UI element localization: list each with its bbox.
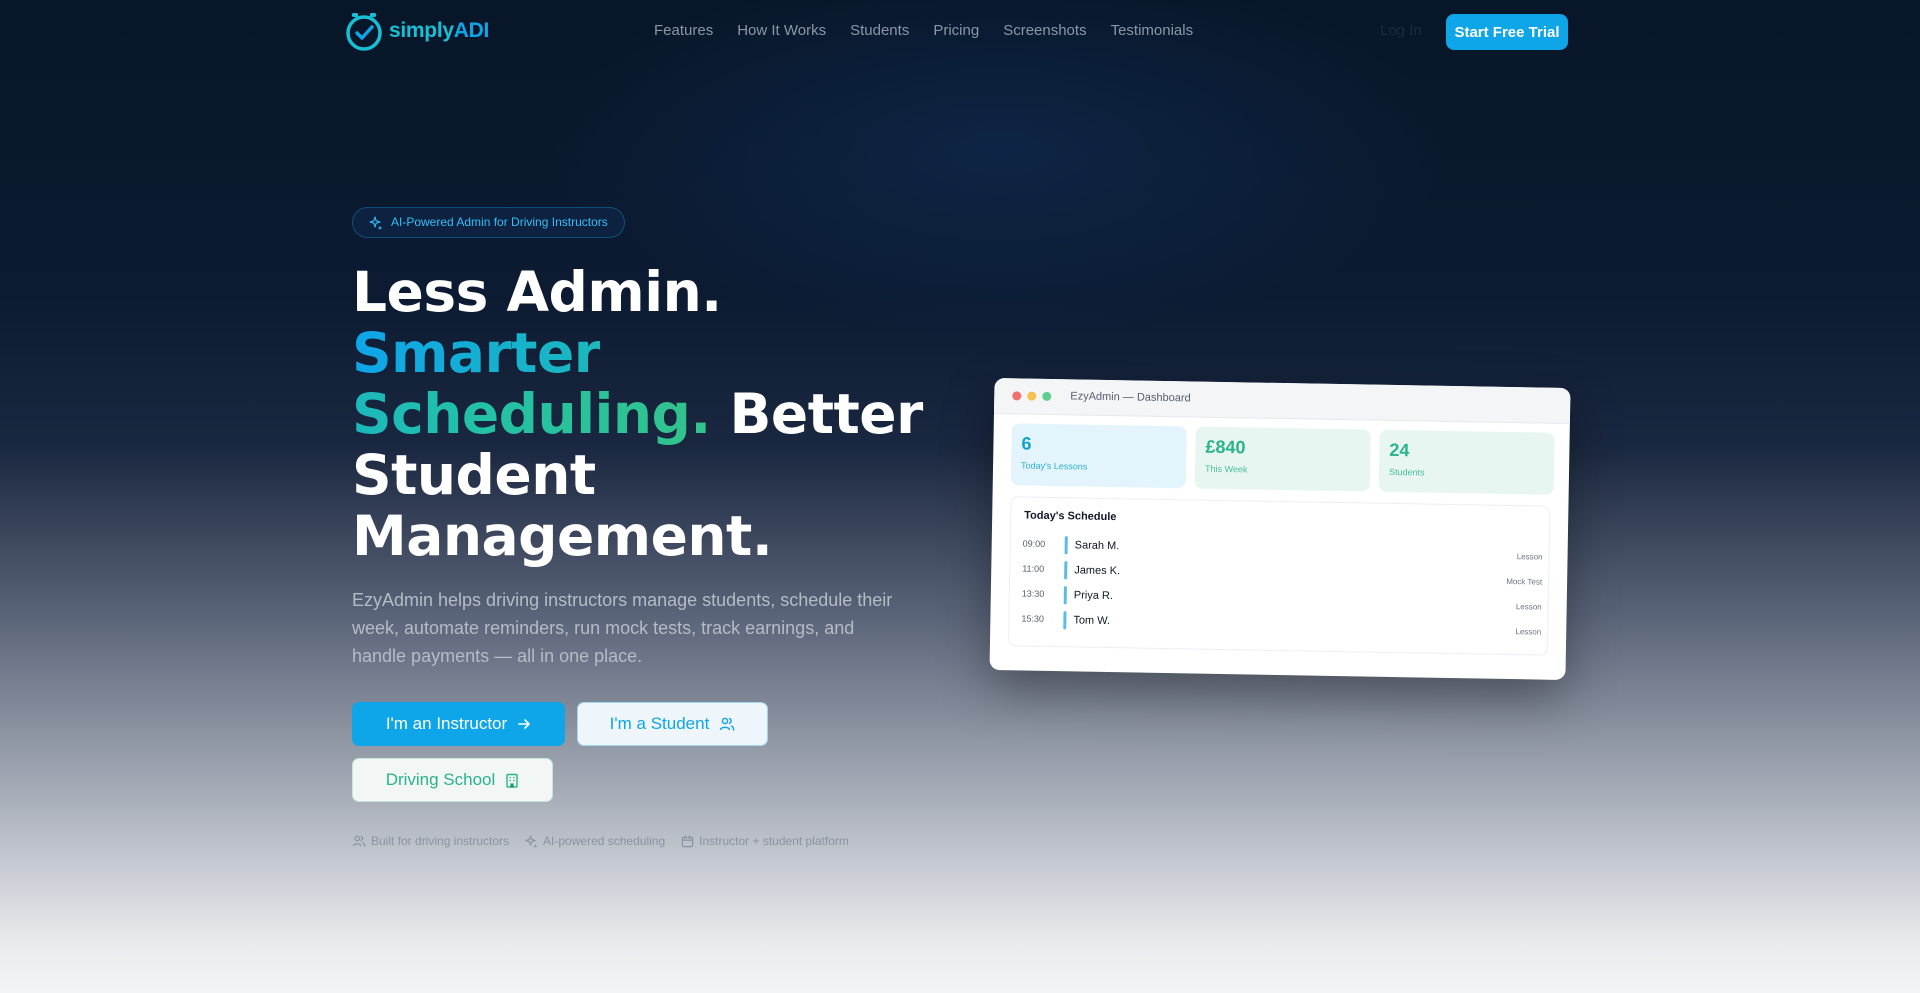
feature-item: Instructor + student platform xyxy=(681,834,849,848)
sparkles-icon xyxy=(525,834,538,848)
schedule-type: Mock Test xyxy=(1506,576,1543,587)
driving-school-button[interactable]: Driving School xyxy=(352,758,553,802)
building-icon xyxy=(506,773,518,788)
stat-card-students: 24 Students xyxy=(1378,429,1555,495)
stat-label: Students xyxy=(1388,466,1425,478)
stat-card-this-week: £840 This Week xyxy=(1194,426,1371,492)
nav-link-pricing[interactable]: Pricing xyxy=(933,22,979,39)
schedule-time: 15:30 xyxy=(1021,613,1045,624)
hero-description: EzyAdmin helps driving instructors manag… xyxy=(352,590,893,666)
nav-link-how-it-works[interactable]: How It Works xyxy=(737,22,826,39)
dashboard-preview: EzyAdmin — Dashboard 6 Today's Lessons £… xyxy=(989,377,1571,681)
todays-schedule: Today's Schedule 09:00 Sarah M. Lesson 1… xyxy=(1007,496,1551,656)
schedule-type: Lesson xyxy=(1516,552,1543,562)
nav-link-screenshots[interactable]: Screenshots xyxy=(1003,22,1086,39)
schedule-student: Priya R. xyxy=(1073,589,1114,603)
schedule-row: 09:00 Sarah M. Lesson xyxy=(1022,536,1543,565)
logo-text: simplyADI xyxy=(389,19,489,43)
schedule-bar xyxy=(1063,611,1067,630)
feature-item: Built for driving instructors xyxy=(352,834,509,848)
nav-links: Features How It Works Students Pricing S… xyxy=(654,22,1193,39)
stat-label: This Week xyxy=(1204,463,1248,475)
nav-link-features[interactable]: Features xyxy=(654,22,713,39)
schedule-bar xyxy=(1063,586,1067,605)
schedule-row: 15:30 Tom W. Lesson xyxy=(1021,611,1541,640)
window-title: EzyAdmin — Dashboard xyxy=(1070,390,1191,405)
top-navigation: simplyADI Features How It Works Students… xyxy=(0,0,1920,64)
users-icon xyxy=(352,835,366,847)
stat-card-todays-lessons: 6 Today's Lessons xyxy=(1010,423,1187,489)
stat-value: 24 xyxy=(1389,439,1410,461)
schedule-student: Sarah M. xyxy=(1074,539,1120,553)
users-icon xyxy=(720,717,735,731)
schedule-time: 13:30 xyxy=(1021,588,1045,599)
window-maximize-dot xyxy=(1042,391,1052,401)
hero-headline: Less Admin. Smarter Scheduling. Better S… xyxy=(352,262,952,567)
start-free-trial-button[interactable]: Start Free Trial xyxy=(1446,14,1568,50)
schedule-bar xyxy=(1064,561,1068,580)
login-link[interactable]: Log In xyxy=(1380,22,1422,39)
window-close-dot xyxy=(1012,391,1022,401)
schedule-row: 11:00 James K. Mock Test xyxy=(1022,561,1542,590)
feature-label: AI-powered scheduling xyxy=(543,834,666,848)
headline-line1: Less Admin. xyxy=(352,260,722,324)
logo-simply: simply xyxy=(389,19,454,42)
feature-list: Built for driving instructors AI-powered… xyxy=(352,834,849,848)
nav-link-students[interactable]: Students xyxy=(850,22,909,39)
schedule-time: 11:00 xyxy=(1022,563,1045,574)
schedule-row: 13:30 Priya R. Lesson xyxy=(1022,586,1542,615)
schedule-student: James K. xyxy=(1074,564,1121,578)
schedule-bar xyxy=(1064,536,1068,555)
driving-school-button-label: Driving School xyxy=(385,770,496,789)
hero-badge-text: AI-Powered Admin for Driving Instructors xyxy=(391,215,608,229)
instructor-button[interactable]: I'm an Instructor xyxy=(352,702,565,746)
logo[interactable]: simplyADI xyxy=(343,10,489,52)
nav-link-testimonials[interactable]: Testimonials xyxy=(1111,22,1194,39)
student-button[interactable]: I'm a Student xyxy=(577,702,768,746)
instructor-button-label: I'm an Instructor xyxy=(385,714,508,733)
window-minimize-dot xyxy=(1027,391,1037,401)
schedule-type: Lesson xyxy=(1515,602,1542,612)
stat-label: Today's Lessons xyxy=(1020,460,1088,472)
schedule-type: Lesson xyxy=(1515,627,1542,637)
sparkles-icon xyxy=(369,216,383,230)
calendar-icon xyxy=(681,834,694,847)
stat-value: 6 xyxy=(1021,433,1032,454)
stat-value: £840 xyxy=(1205,436,1246,458)
arrow-right-icon xyxy=(518,719,530,729)
student-button-label: I'm a Student xyxy=(609,714,710,733)
schedule-student: Tom W. xyxy=(1073,614,1111,628)
feature-label: Built for driving instructors xyxy=(371,834,510,848)
clock-check-icon xyxy=(346,13,382,51)
headline-accent: Smarter Scheduling. xyxy=(352,321,711,446)
schedule-title: Today's Schedule xyxy=(1024,509,1117,524)
feature-item: AI-powered scheduling xyxy=(525,834,665,848)
logo-adi: ADI xyxy=(453,19,490,42)
window-title-bar: EzyAdmin — Dashboard xyxy=(993,377,1571,425)
hero-badge: AI-Powered Admin for Driving Instructors xyxy=(352,207,625,238)
schedule-time: 09:00 xyxy=(1022,538,1046,549)
feature-label: Instructor + student platform xyxy=(699,834,849,848)
